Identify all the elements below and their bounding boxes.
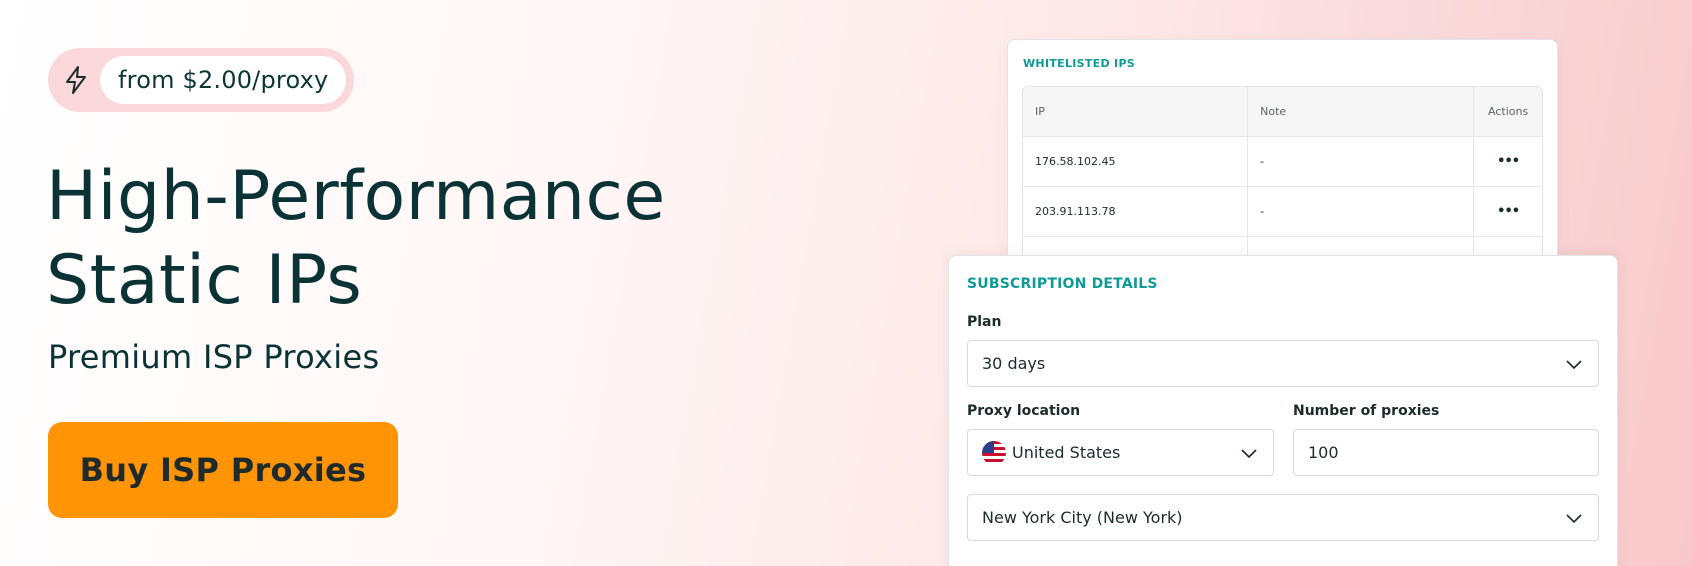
- whitelisted-ips-panel: WHITELISTED IPS IP Note Actions 176.58.1…: [1007, 39, 1558, 279]
- buy-isp-proxies-button[interactable]: Buy ISP Proxies: [48, 422, 398, 518]
- actions-cell: •••: [1474, 187, 1542, 236]
- bolt-icon: [58, 62, 94, 98]
- city-select[interactable]: New York City (New York): [967, 494, 1599, 541]
- chevron-down-icon: [1239, 443, 1259, 463]
- proxy-location-select[interactable]: United States: [967, 429, 1274, 476]
- hero-subtitle: Premium ISP Proxies: [48, 338, 380, 376]
- ip-cell: 203.91.113.78: [1023, 187, 1249, 236]
- hero-title-line2: Static IPs: [46, 241, 363, 320]
- price-label: from $2.00/proxy: [100, 56, 347, 104]
- plan-label: Plan: [967, 314, 1002, 330]
- note-cell: -: [1248, 187, 1475, 236]
- column-header-actions: Actions: [1488, 105, 1529, 118]
- hero-title: High-Performance Static IPs: [46, 155, 806, 323]
- number-of-proxies-input[interactable]: 100: [1293, 429, 1599, 476]
- more-actions-icon[interactable]: •••: [1497, 154, 1520, 169]
- chevron-down-icon: [1564, 508, 1584, 528]
- proxy-location-label: Proxy location: [967, 403, 1081, 419]
- table-header-row: IP Note Actions: [1023, 87, 1542, 137]
- note-cell: -: [1248, 137, 1475, 186]
- table-row: 176.58.102.45 - •••: [1023, 137, 1542, 187]
- plan-select[interactable]: 30 days: [967, 340, 1599, 387]
- whitelisted-ips-table: IP Note Actions 176.58.102.45 - ••• 203.…: [1022, 86, 1543, 278]
- ip-cell: 176.58.102.45: [1023, 137, 1249, 186]
- proxy-location-value: United States: [1012, 443, 1121, 462]
- subscription-details-panel: SUBSCRIPTION DETAILS Plan 30 days Proxy …: [948, 255, 1618, 566]
- us-flag-icon: [982, 440, 1006, 465]
- table-row: 203.91.113.78 - •••: [1023, 187, 1542, 237]
- price-badge: from $2.00/proxy: [48, 48, 355, 112]
- column-header-ip: IP: [1023, 87, 1249, 136]
- chevron-down-icon: [1564, 354, 1584, 374]
- number-of-proxies-label: Number of proxies: [1293, 403, 1440, 419]
- actions-cell: •••: [1474, 137, 1542, 186]
- city-value: New York City (New York): [982, 508, 1183, 527]
- hero-title-line1: High-Performance: [46, 157, 666, 236]
- column-header-note: Note: [1248, 87, 1475, 136]
- whitelisted-ips-title: WHITELISTED IPS: [1023, 57, 1136, 70]
- more-actions-icon[interactable]: •••: [1497, 204, 1520, 219]
- subscription-details-title: SUBSCRIPTION DETAILS: [967, 276, 1158, 292]
- plan-value: 30 days: [982, 354, 1046, 373]
